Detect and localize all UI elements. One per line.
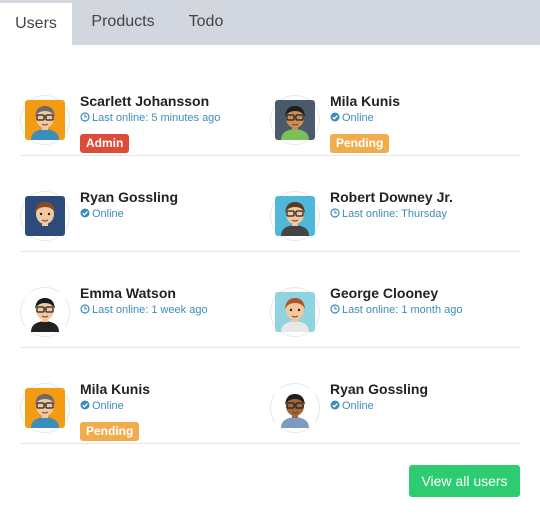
avatar[interactable]	[25, 100, 65, 140]
user-status-text: Last online: 1 week ago	[92, 304, 208, 316]
user-status: Last online: Thursday	[330, 208, 447, 220]
status-badge: Pending	[80, 422, 140, 441]
view-all-users-button[interactable]: View all users	[409, 465, 520, 497]
user-name[interactable]: Emma Watson	[80, 285, 176, 301]
user-row: Scarlett Johansson Last online: 5 minutes…	[20, 60, 520, 156]
user-status-text: Online	[342, 400, 374, 412]
clock-icon	[80, 304, 90, 314]
user-card[interactable]: George Clooney Last online: 1 month ago	[270, 252, 520, 348]
user-status-text: Last online: 1 month ago	[342, 304, 463, 316]
user-card[interactable]: Scarlett Johansson Last online: 5 minutes…	[20, 60, 270, 156]
user-status-text: Last online: 5 minutes ago	[92, 112, 221, 124]
user-card[interactable]: Ryan Gossling Online	[270, 348, 520, 444]
user-name[interactable]: Ryan Gossling	[330, 381, 428, 397]
user-status: Last online: 1 week ago	[80, 304, 208, 316]
clock-icon	[330, 208, 340, 218]
user-card[interactable]: Mila Kunis Online Pending	[270, 60, 520, 156]
user-row: Mila Kunis Online Pending Ryan Gossling Onli…	[20, 348, 520, 444]
user-name[interactable]: Mila Kunis	[330, 93, 400, 109]
user-card[interactable]: Mila Kunis Online Pending	[20, 348, 270, 444]
user-name[interactable]: Scarlett Johansson	[80, 93, 209, 109]
tab-products[interactable]: Products	[80, 0, 166, 45]
avatar[interactable]	[25, 388, 65, 428]
avatar[interactable]	[275, 100, 315, 140]
user-card[interactable]: Robert Downey Jr. Last online: Thursday	[270, 156, 520, 252]
check-circle-icon	[330, 112, 340, 122]
clock-icon	[330, 304, 340, 314]
tab-users[interactable]: Users	[0, 0, 72, 45]
user-card[interactable]: Emma Watson Last online: 1 week ago	[20, 252, 270, 348]
user-status: Online	[80, 400, 124, 412]
user-row: Ryan Gossling Online Robert Downey Jr. Last…	[20, 156, 520, 252]
tab-bar: Users Products Todo	[0, 0, 540, 45]
user-row: Emma Watson Last online: 1 week ago George…	[20, 252, 520, 348]
user-status: Online	[330, 400, 374, 412]
user-status-text: Online	[92, 208, 124, 220]
check-circle-icon	[80, 400, 90, 410]
status-badge: Pending	[330, 134, 390, 153]
user-status-text: Last online: Thursday	[342, 208, 447, 220]
user-status: Online	[80, 208, 124, 220]
avatar[interactable]	[25, 196, 65, 236]
tab-todo[interactable]: Todo	[176, 0, 236, 45]
check-circle-icon	[80, 208, 90, 218]
user-name[interactable]: Mila Kunis	[80, 381, 150, 397]
avatar[interactable]	[275, 196, 315, 236]
user-name[interactable]: Robert Downey Jr.	[330, 189, 453, 205]
status-badge: Admin	[80, 134, 130, 153]
clock-icon	[80, 112, 90, 122]
user-status-text: Online	[92, 400, 124, 412]
check-circle-icon	[330, 400, 340, 410]
avatar[interactable]	[275, 388, 315, 428]
user-status: Last online: 1 month ago	[330, 304, 462, 316]
user-status: Online	[330, 112, 374, 124]
user-name[interactable]: George Clooney	[330, 285, 438, 301]
user-status: Last online: 5 minutes ago	[80, 112, 220, 124]
avatar[interactable]	[25, 292, 65, 332]
user-card[interactable]: Ryan Gossling Online	[20, 156, 270, 252]
user-name[interactable]: Ryan Gossling	[80, 189, 178, 205]
avatar[interactable]	[275, 292, 315, 332]
user-status-text: Online	[342, 112, 374, 124]
